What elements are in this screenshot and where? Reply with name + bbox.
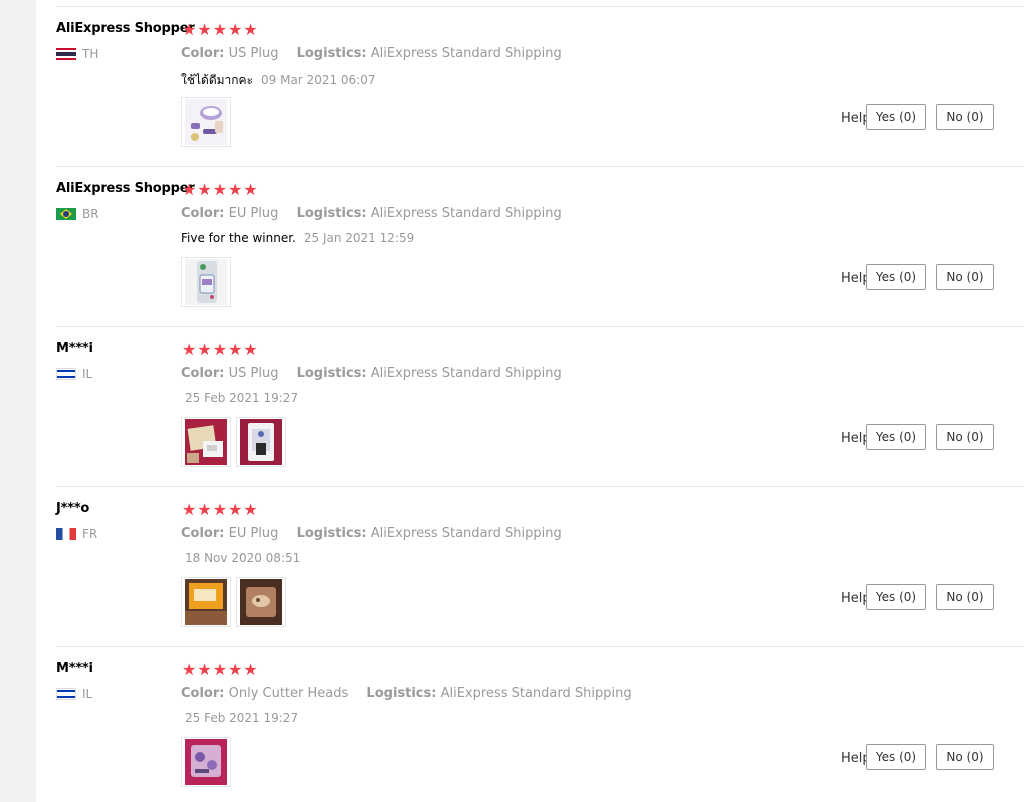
review-photos: [181, 417, 286, 467]
review-item: AliExpress Shopper TH ★★★★★ Color: US Pl…: [56, 7, 1024, 167]
unboxed-items-photo-icon: [185, 419, 227, 465]
reviewer-name: M***i: [56, 661, 93, 676]
logistics-value: AliExpress Standard Shipping: [370, 46, 562, 61]
package-photo-icon: [185, 259, 227, 305]
country-code: FR: [82, 527, 98, 541]
logistics-value: AliExpress Standard Shipping: [370, 206, 562, 221]
logistics-label: Logistics:: [366, 686, 437, 701]
review-attributes: Color: US Plug Logistics: AliExpress Sta…: [181, 366, 562, 381]
star-rating: ★★★★★: [182, 20, 259, 39]
review-attributes: Color: EU Plug Logistics: AliExpress Sta…: [181, 526, 562, 541]
review-photos: [181, 577, 286, 627]
review-attributes: Color: Only Cutter Heads Logistics: AliE…: [181, 686, 632, 701]
review-comment: ใช้ได้ดีมากคะ 09 Mar 2021 06:07: [181, 71, 376, 90]
helpful-no-button[interactable]: No (0): [936, 584, 994, 610]
color-label: Color:: [181, 686, 225, 701]
review-item: M***i IL ★★★★★ Color: US Plug Logistics:…: [56, 327, 1024, 487]
cutter-heads-photo-icon: [185, 739, 227, 785]
logistics-label: Logistics:: [296, 206, 367, 221]
reviewer-name: AliExpress Shopper: [56, 21, 195, 36]
thailand-flag-icon: [56, 48, 76, 60]
star-rating: ★★★★★: [182, 340, 259, 359]
comment-text: ใช้ได้ดีมากคะ: [181, 73, 254, 87]
review-comment: 18 Nov 2020 08:51: [181, 551, 300, 565]
epilator-photo-icon: [185, 99, 227, 145]
review-photo-thumbnail[interactable]: [181, 257, 231, 307]
helpful-yes-button[interactable]: Yes (0): [866, 104, 926, 130]
review-date: 25 Feb 2021 19:27: [185, 711, 299, 725]
helpful-yes-button[interactable]: Yes (0): [866, 264, 926, 290]
star-rating: ★★★★★: [182, 500, 259, 519]
logistics-value: AliExpress Standard Shipping: [370, 366, 562, 381]
reviews-panel: AliExpress Shopper TH ★★★★★ Color: US Pl…: [36, 0, 1024, 802]
review-photos: [181, 97, 231, 147]
review-date: 25 Jan 2021 12:59: [303, 231, 415, 245]
reviewer-country: IL: [56, 687, 92, 701]
logistics-value: AliExpress Standard Shipping: [440, 686, 632, 701]
review-attributes: Color: US Plug Logistics: AliExpress Sta…: [181, 46, 562, 61]
logistics-label: Logistics:: [296, 46, 367, 61]
review-item: M***i IL ★★★★★ Color: Only Cutter Heads …: [56, 647, 1024, 802]
reviewer-name: J***o: [56, 501, 90, 516]
color-value: Only Cutter Heads: [228, 686, 349, 701]
brown-package-photo-icon: [240, 579, 282, 625]
star-rating: ★★★★★: [182, 180, 259, 199]
reviewer-country: IL: [56, 367, 92, 381]
reviewer-country: FR: [56, 527, 97, 541]
israel-flag-icon: [56, 368, 76, 380]
country-code: IL: [82, 687, 93, 701]
helpful-no-button[interactable]: No (0): [936, 424, 994, 450]
review-date: 18 Nov 2020 08:51: [185, 551, 301, 565]
review-photo-thumbnail[interactable]: [181, 97, 231, 147]
logistics-label: Logistics:: [296, 366, 367, 381]
country-code: TH: [82, 47, 99, 61]
logistics-label: Logistics:: [296, 526, 367, 541]
color-label: Color:: [181, 526, 225, 541]
israel-flag-icon: [56, 688, 76, 700]
color-value: EU Plug: [228, 526, 279, 541]
reviewer-name: M***i: [56, 341, 93, 356]
review-photos: [181, 737, 231, 787]
reviewer-country: TH: [56, 47, 98, 61]
review-photo-thumbnail[interactable]: [181, 737, 231, 787]
helpful-yes-button[interactable]: Yes (0): [866, 424, 926, 450]
review-photos: [181, 257, 231, 307]
helpful-yes-button[interactable]: Yes (0): [866, 584, 926, 610]
reviewer-country: BR: [56, 207, 99, 221]
yellow-package-photo-icon: [185, 579, 227, 625]
color-label: Color:: [181, 366, 225, 381]
brazil-flag-icon: [56, 208, 76, 220]
country-code: BR: [82, 207, 99, 221]
review-photo-thumbnail[interactable]: [236, 577, 286, 627]
review-date: 25 Feb 2021 19:27: [185, 391, 299, 405]
review-date: 09 Mar 2021 06:07: [261, 73, 376, 87]
color-value: US Plug: [228, 46, 279, 61]
helpful-no-button[interactable]: No (0): [936, 264, 994, 290]
color-value: US Plug: [228, 366, 279, 381]
country-code: IL: [82, 367, 93, 381]
color-value: EU Plug: [228, 206, 279, 221]
review-comment: 25 Feb 2021 19:27: [181, 391, 298, 405]
review-attributes: Color: EU Plug Logistics: AliExpress Sta…: [181, 206, 562, 221]
helpful-no-button[interactable]: No (0): [936, 744, 994, 770]
review-comment: Five for the winner. 25 Jan 2021 12:59: [181, 231, 414, 245]
helpful-yes-button[interactable]: Yes (0): [866, 744, 926, 770]
helpful-no-button[interactable]: No (0): [936, 104, 994, 130]
star-rating: ★★★★★: [182, 660, 259, 679]
color-label: Color:: [181, 206, 225, 221]
review-photo-thumbnail[interactable]: [181, 577, 231, 627]
logistics-value: AliExpress Standard Shipping: [370, 526, 562, 541]
review-photo-thumbnail[interactable]: [181, 417, 231, 467]
review-item: J***o FR ★★★★★ Color: EU Plug Logistics:…: [56, 487, 1024, 647]
device-photo-icon: [240, 419, 282, 465]
france-flag-icon: [56, 528, 76, 540]
review-comment: 25 Feb 2021 19:27: [181, 711, 298, 725]
review-item: AliExpress Shopper BR ★★★★★ Color: EU Pl…: [56, 167, 1024, 327]
comment-text: Five for the winner.: [181, 231, 296, 245]
color-label: Color:: [181, 46, 225, 61]
reviewer-name: AliExpress Shopper: [56, 181, 195, 196]
review-photo-thumbnail[interactable]: [236, 417, 286, 467]
